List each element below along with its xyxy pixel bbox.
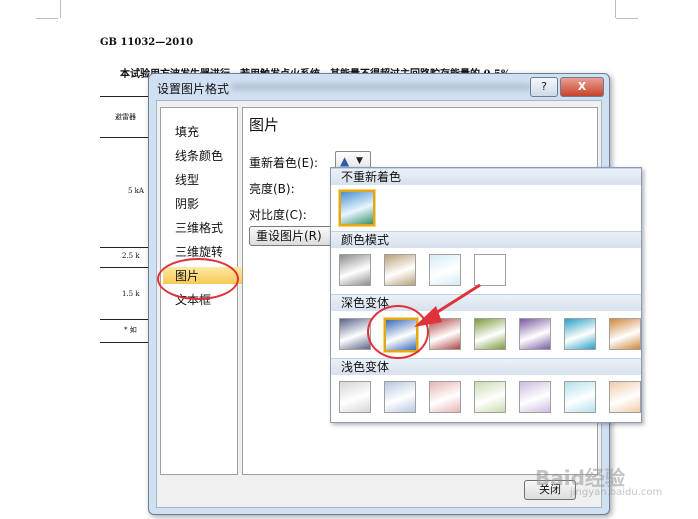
swatch-light-variation[interactable] xyxy=(384,381,416,413)
contrast-label: 对比度(C): xyxy=(249,208,307,222)
brightness-label: 亮度(B): xyxy=(249,182,295,196)
nav-item-3d-format[interactable]: 三维格式 xyxy=(175,219,223,236)
highlight-ellipse xyxy=(157,258,239,300)
chevron-down-icon: ▼ xyxy=(356,156,363,166)
crop-mark xyxy=(36,17,58,19)
watermark-url: jingyan.baidu.com xyxy=(570,487,663,498)
table-rule xyxy=(100,319,155,320)
crop-mark xyxy=(615,0,617,18)
reset-picture-button[interactable]: 重设图片(R) xyxy=(249,226,337,246)
highlight-ellipse xyxy=(367,305,429,359)
swatch-dark-variation[interactable] xyxy=(564,318,596,350)
section-dark-variations: 深色变体 xyxy=(331,294,641,311)
recolor-menu: 不重新着色 颜色模式 深色变体 浅色变体 xyxy=(330,167,642,423)
crop-mark xyxy=(56,0,61,18)
table-rule xyxy=(100,247,155,248)
swatch-light-variation[interactable] xyxy=(609,381,641,413)
table-cell: 避雷器 xyxy=(115,113,136,121)
section-no-recolor: 不重新着色 xyxy=(331,168,641,185)
swatch-dark-variation[interactable] xyxy=(609,318,641,350)
swatch-color-mode[interactable] xyxy=(339,254,371,286)
section-light-variations: 浅色变体 xyxy=(331,358,641,375)
document-header: GB 11032—2010 xyxy=(100,37,194,48)
swatch-dark-variation[interactable] xyxy=(429,318,461,350)
swatch-light-variation[interactable] xyxy=(564,381,596,413)
nav-item-line-style[interactable]: 线型 xyxy=(175,171,199,188)
table-cell: 2.5 k xyxy=(122,252,140,260)
table-cell: 5 kA xyxy=(128,187,144,195)
table-rule xyxy=(100,267,155,268)
swatch-light-variation[interactable] xyxy=(519,381,551,413)
dialog-title: 设置图片格式 xyxy=(157,82,230,96)
table-cell: 1.5 k xyxy=(122,290,140,298)
swatch-color-mode[interactable] xyxy=(474,254,506,286)
blurred-title-extension xyxy=(231,83,531,91)
recolor-label: 重新着色(E): xyxy=(249,156,318,170)
swatch-dark-variation[interactable] xyxy=(519,318,551,350)
swatch-light-variation[interactable] xyxy=(474,381,506,413)
swatch-light-variation[interactable] xyxy=(339,381,371,413)
swatch-light-variation[interactable] xyxy=(429,381,461,413)
nav-item-shadow[interactable]: 阴影 xyxy=(175,195,199,212)
close-icon[interactable]: X xyxy=(560,77,604,97)
crop-mark xyxy=(616,17,638,19)
swatch-no-recolor[interactable] xyxy=(339,190,375,226)
swatch-color-mode[interactable] xyxy=(429,254,461,286)
table-rule xyxy=(100,137,155,138)
table-cell: * 如 xyxy=(124,326,137,334)
document-table: 避雷器 5 kA 2.5 k 1.5 k * 如 xyxy=(100,96,155,343)
paint-bucket-icon: ▲ xyxy=(340,154,350,168)
swatch-color-mode[interactable] xyxy=(384,254,416,286)
help-button[interactable]: ? xyxy=(530,77,558,97)
section-color-modes: 颜色模式 xyxy=(331,231,641,248)
swatch-dark-variation[interactable] xyxy=(474,318,506,350)
nav-item-fill[interactable]: 填充 xyxy=(175,123,199,140)
nav-item-line-color[interactable]: 线条颜色 xyxy=(175,147,223,164)
panel-title: 图片 xyxy=(249,116,280,134)
